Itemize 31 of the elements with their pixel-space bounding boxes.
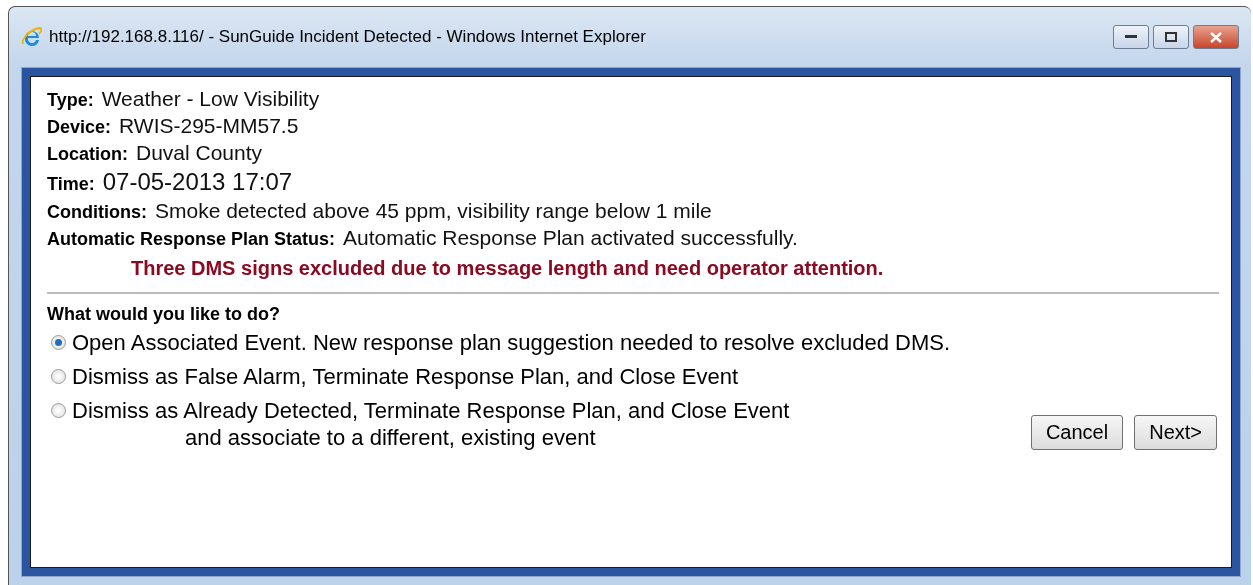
radio-button[interactable] <box>51 403 66 418</box>
radio-button[interactable] <box>51 369 66 384</box>
field-label: Type: <box>47 90 94 111</box>
field-label: Time: <box>47 174 95 195</box>
option-label: Dismiss as Already Detected, Terminate Response Plan, and Close Event <box>72 397 790 424</box>
field-value: Duval County <box>136 141 263 165</box>
browser-logo-icon <box>21 26 43 48</box>
field-label: Conditions: <box>47 202 147 223</box>
maximize-icon <box>1165 32 1177 42</box>
field-label: Automatic Response Plan Status: <box>47 229 336 250</box>
option-label: and associate to a different, existing event <box>184 424 597 451</box>
field-value: Weather - Low Visibility <box>101 87 320 111</box>
option-label: Dismiss as False Alarm, Terminate Response Plan, and Close Event <box>72 363 738 390</box>
field-value: Smoke detected above 45 ppm, visibility range below 1 mile <box>155 199 712 223</box>
field-label: Location: <box>47 144 128 165</box>
field-value: RWIS-295-MM57.5 <box>119 114 299 138</box>
close-button[interactable] <box>1193 25 1239 49</box>
field-value: 07-05-2013 17:07 <box>102 168 293 196</box>
radio-button[interactable] <box>51 335 66 350</box>
next-button[interactable]: Next> <box>1134 415 1217 450</box>
field-label: Device: <box>47 117 112 138</box>
minimize-button[interactable] <box>1113 25 1149 49</box>
option-label: Open Associated Event. New response plan suggestion needed to resolve excluded DMS. <box>72 329 951 356</box>
warning-message: Three DMS signs excluded due to message length and need operator attention. <box>131 257 885 280</box>
maximize-button[interactable] <box>1153 25 1189 49</box>
question-label: What would you like to do? <box>47 304 281 325</box>
close-icon <box>1210 31 1222 43</box>
cancel-button[interactable]: Cancel <box>1030 415 1124 450</box>
window-title: http://192.168.8.116/ - SunGuide Incident Detected - Windows Internet Explorer <box>49 27 647 47</box>
minimize-icon <box>1125 35 1137 39</box>
field-value: Automatic Response Plan activated successfully. <box>343 226 798 250</box>
